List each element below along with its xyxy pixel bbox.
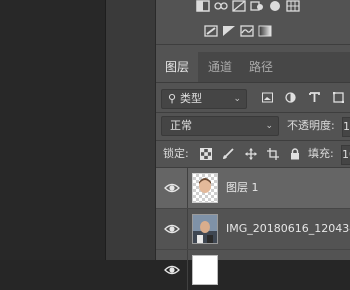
chevron-down-icon: ⌄ (233, 94, 241, 104)
visibility-separator (187, 209, 188, 249)
panel-dock-gutter (105, 0, 156, 260)
eye-icon[interactable] (164, 181, 180, 195)
tab-paths[interactable]: 路径 (242, 52, 280, 82)
color-balance-icon[interactable] (232, 0, 246, 12)
fill-label: 填充: (308, 147, 334, 160)
document-canvas-area (0, 0, 105, 260)
lock-position-icon[interactable] (245, 148, 257, 160)
lock-transparent-pixels-icon[interactable] (200, 148, 212, 160)
fill-input[interactable]: 100% (341, 145, 350, 165)
blend-mode-value: 正常 (170, 119, 192, 132)
lock-all-icon[interactable] (289, 148, 301, 160)
layer-row[interactable]: 图层 1 (156, 168, 350, 208)
eye-icon[interactable] (164, 222, 180, 236)
lock-label: 锁定: (163, 147, 189, 160)
gradient-map-icon[interactable] (258, 25, 272, 37)
visibility-separator (187, 250, 188, 290)
chevron-down-icon: ⌄ (265, 121, 273, 131)
layers-panel-dock: 图层 通道 路径 ⚲ 类型 ⌄ 正常 ⌄ 不透明度: 100% 锁定: 填充: (155, 0, 350, 290)
lock-fill-row: 锁定: 填充: 100% (156, 141, 350, 167)
layer-name[interactable]: IMG_20180616_120434 (226, 209, 350, 249)
color-lookup-icon[interactable] (286, 0, 300, 12)
layer-row[interactable] (156, 249, 350, 290)
opacity-label: 不透明度: (287, 119, 335, 132)
lock-image-pixels-icon[interactable] (222, 148, 234, 160)
layer-name[interactable]: 图层 1 (226, 168, 259, 208)
panel-tab-bar: 图层 通道 路径 (156, 52, 350, 83)
eye-icon[interactable] (164, 263, 180, 277)
channel-mixer-icon[interactable] (268, 0, 282, 12)
brightness-contrast-icon[interactable] (196, 0, 210, 12)
adjustments-row-1 (196, 0, 300, 16)
image-filter-icon[interactable] (262, 92, 273, 103)
search-icon: ⚲ (168, 92, 177, 105)
blend-mode-select[interactable]: 正常 ⌄ (161, 116, 279, 136)
levels-icon[interactable] (214, 0, 228, 12)
opacity-input[interactable]: 100% (342, 117, 350, 137)
layer-kind-filter-select[interactable]: ⚲ 类型 ⌄ (161, 89, 247, 109)
posterize-icon[interactable] (222, 25, 236, 37)
panel-divider (156, 44, 350, 45)
blend-opacity-row: 正常 ⌄ 不透明度: 100% (156, 113, 350, 139)
photo-filter-icon[interactable] (250, 0, 264, 12)
filter-kind-label: 类型 (180, 92, 202, 105)
photo-thumbnail-icon (193, 215, 217, 243)
layer-thumbnail[interactable] (192, 214, 218, 244)
threshold-icon[interactable] (240, 25, 254, 37)
invert-icon[interactable] (204, 25, 218, 37)
layer-row[interactable]: IMG_20180616_120434 (156, 208, 350, 249)
adjustment-filter-icon[interactable] (285, 92, 296, 103)
layer-thumbnail[interactable] (192, 173, 218, 203)
lock-artboard-icon[interactable] (267, 148, 279, 160)
adjustments-row-2 (204, 21, 272, 41)
tab-channels[interactable]: 通道 (200, 52, 240, 82)
visibility-separator (187, 168, 188, 208)
shape-filter-icon[interactable] (333, 92, 344, 103)
thumbnail-content-icon (199, 178, 211, 193)
type-filter-icon[interactable] (309, 92, 320, 103)
tab-layers[interactable]: 图层 (156, 52, 198, 82)
layer-filter-row: ⚲ 类型 ⌄ (156, 85, 350, 111)
